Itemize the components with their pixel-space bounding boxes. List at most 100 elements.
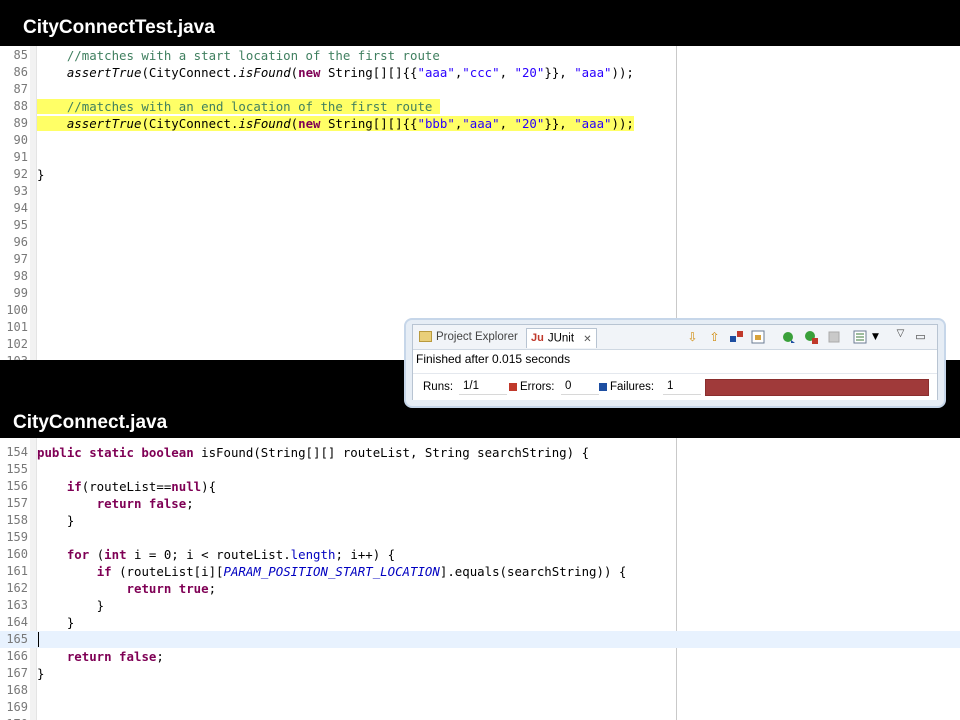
code-text: for (int i = 0; i < routeList.length; i+… <box>66 547 396 562</box>
code-text: public static boolean isFound(String[][]… <box>37 445 590 460</box>
line-number: 161 <box>6 564 28 578</box>
code-line[interactable]: 90 <box>0 132 960 149</box>
line-number: 154 <box>6 445 28 459</box>
junit-view-panel: Project Explorer Ju JUnit ✕ ⇩ ⇧ ▼ ▽ ▭ Fi… <box>404 318 946 408</box>
line-number: 93 <box>13 184 28 198</box>
tab-project-explorer-label: Project Explorer <box>436 331 518 343</box>
view-menu-icon[interactable]: ▽ <box>893 327 908 341</box>
rerun-test-icon[interactable] <box>781 330 796 344</box>
line-number: 167 <box>6 666 28 680</box>
code-line[interactable]: 157 return false; <box>0 495 960 512</box>
code-line[interactable]: 165 <box>0 631 960 648</box>
code-line[interactable]: 86 assertTrue(CityConnect.isFound(new St… <box>0 64 960 81</box>
code-line[interactable]: 100 <box>0 302 960 319</box>
text-cursor <box>38 632 39 647</box>
code-text: } <box>37 615 75 630</box>
code-text: return false; <box>96 496 194 511</box>
rerun-failed-first-icon[interactable] <box>804 330 819 344</box>
line-number: 101 <box>6 320 28 334</box>
stop-icon[interactable] <box>827 330 842 344</box>
code-line[interactable]: 85 //matches with a start location of th… <box>0 47 960 64</box>
line-number: 92 <box>13 167 28 181</box>
code-line[interactable]: 96 <box>0 234 960 251</box>
errors-value: 0 <box>561 379 599 395</box>
line-number: 100 <box>6 303 28 317</box>
close-tab-icon[interactable]: ✕ <box>583 334 591 345</box>
code-line[interactable]: 155 <box>0 461 960 478</box>
line-number: 157 <box>6 496 28 510</box>
code-text: return false; <box>66 649 164 664</box>
line-number: 170 <box>2 716 28 720</box>
code-line[interactable]: 164 } <box>0 614 960 631</box>
line-number: 158 <box>6 513 28 527</box>
code-line[interactable]: 159 <box>0 529 960 546</box>
show-failures-only-icon[interactable] <box>729 330 744 344</box>
code-text: } <box>37 513 75 528</box>
code-line[interactable]: 93 <box>0 183 960 200</box>
progress-bar <box>705 379 929 396</box>
test-history-icon[interactable] <box>853 330 868 344</box>
code-text: return true; <box>126 581 217 596</box>
source-file-title: CityConnect.java <box>13 412 168 433</box>
code-line[interactable]: 163 } <box>0 597 960 614</box>
line-number: 94 <box>13 201 28 215</box>
code-line[interactable]: 97 <box>0 251 960 268</box>
line-number: 103 <box>2 353 28 360</box>
code-line[interactable]: 169 <box>0 699 960 716</box>
line-number: 90 <box>13 133 28 147</box>
code-line[interactable]: 170 <box>0 716 960 720</box>
code-line[interactable]: 89 assertTrue(CityConnect.isFound(new St… <box>0 115 960 132</box>
code-line[interactable]: 88 //matches with an end location of the… <box>0 98 960 115</box>
line-number: 166 <box>6 649 28 663</box>
runs-value: 1/1 <box>459 379 507 395</box>
progress-bar-fill <box>706 380 928 395</box>
code-line[interactable]: 98 <box>0 268 960 285</box>
code-line[interactable]: 158 } <box>0 512 960 529</box>
code-line[interactable]: 162 return true; <box>0 580 960 597</box>
history-dropdown-icon[interactable]: ▼ <box>868 330 883 344</box>
code-line[interactable]: 156 if(routeList==null){ <box>0 478 960 495</box>
view-tab-bar: Project Explorer Ju JUnit ✕ ⇩ ⇧ ▼ ▽ ▭ <box>413 325 937 350</box>
code-line[interactable]: 99 <box>0 285 960 302</box>
junit-status-text: Finished after 0.015 seconds <box>416 352 571 366</box>
junit-view: Project Explorer Ju JUnit ✕ ⇩ ⇧ ▼ ▽ ▭ Fi… <box>412 324 938 400</box>
code-line[interactable]: 92} <box>0 166 960 183</box>
code-line[interactable]: 94 <box>0 200 960 217</box>
line-number: 89 <box>13 116 28 130</box>
line-number: 163 <box>6 598 28 612</box>
previous-failure-icon[interactable]: ⇧ <box>707 330 722 344</box>
code-line[interactable]: 95 <box>0 217 960 234</box>
line-number: 159 <box>6 530 28 544</box>
code-line[interactable]: 154 public static boolean isFound(String[… <box>0 444 960 461</box>
folder-icon <box>419 331 432 343</box>
line-number: 95 <box>13 218 28 232</box>
line-number: 91 <box>13 150 28 164</box>
next-failure-icon[interactable]: ⇩ <box>685 330 700 344</box>
failures-value: 1 <box>663 379 701 395</box>
code-line[interactable]: 161 if (routeList[i][PARAM_POSITION_STAR… <box>0 563 960 580</box>
error-icon <box>509 382 517 391</box>
test-code-editor[interactable]: 85 //matches with a start location of th… <box>0 46 960 360</box>
tab-junit-label: JUnit <box>547 332 575 345</box>
code-text: assertTrue(CityConnect.isFound(new Strin… <box>37 115 634 132</box>
code-text: if(routeList==null){ <box>66 479 217 494</box>
code-text: assertTrue(CityConnect.isFound(new Strin… <box>66 65 634 80</box>
line-number: 165 <box>6 632 28 646</box>
line-number: 87 <box>13 82 28 96</box>
code-line[interactable]: 168 <box>0 682 960 699</box>
tab-junit[interactable]: Ju JUnit ✕ <box>526 328 597 348</box>
top-banner: CityConnectTest.java <box>0 0 960 46</box>
code-line[interactable]: 166 return false; <box>0 648 960 665</box>
line-number: 160 <box>6 547 28 561</box>
minimize-icon[interactable]: ▭ <box>913 330 928 344</box>
line-number: 97 <box>13 252 28 266</box>
line-number: 169 <box>6 700 28 714</box>
code-line[interactable]: 91 <box>0 149 960 166</box>
source-code-editor[interactable]: 154 public static boolean isFound(String[… <box>0 438 960 720</box>
line-number: 99 <box>13 286 28 300</box>
code-line[interactable]: 167} <box>0 665 960 682</box>
tab-project-explorer[interactable]: Project Explorer <box>419 328 518 347</box>
code-line[interactable]: 87 <box>0 81 960 98</box>
code-line[interactable]: 160 for (int i = 0; i < routeList.length… <box>0 546 960 563</box>
scroll-lock-icon[interactable] <box>751 330 766 344</box>
